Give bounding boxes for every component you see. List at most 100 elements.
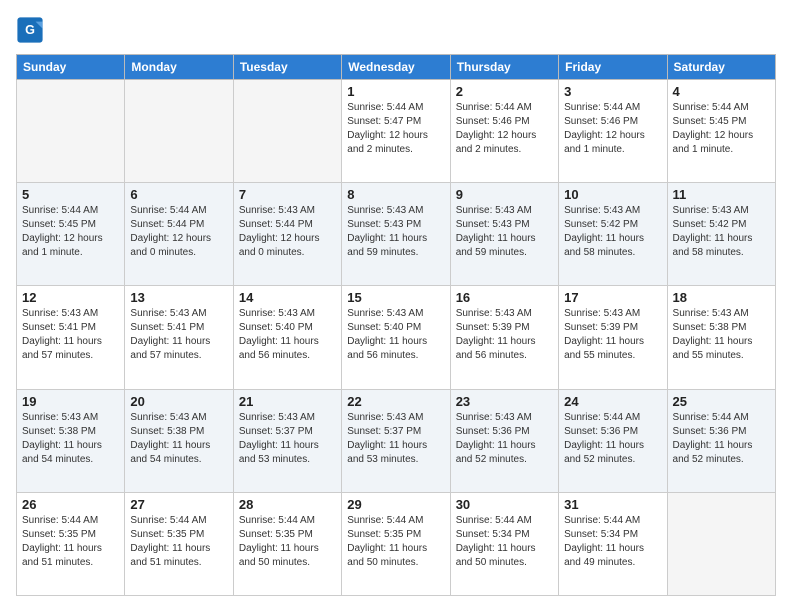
calendar-cell: 11 Sunrise: 5:43 AM Sunset: 5:42 PM Dayli… bbox=[667, 183, 775, 286]
calendar-week-row: 12 Sunrise: 5:43 AM Sunset: 5:41 PM Dayli… bbox=[17, 286, 776, 389]
calendar-cell: 15 Sunrise: 5:43 AM Sunset: 5:40 PM Dayli… bbox=[342, 286, 450, 389]
calendar-cell bbox=[233, 80, 341, 183]
day-info: Sunrise: 5:44 AM Sunset: 5:34 PM Dayligh… bbox=[456, 514, 553, 570]
day-info: Sunrise: 5:43 AM Sunset: 5:43 PM Dayligh… bbox=[347, 204, 444, 260]
day-info: Sunrise: 5:43 AM Sunset: 5:37 PM Dayligh… bbox=[347, 411, 444, 467]
day-number: 12 bbox=[22, 290, 119, 305]
day-info: Sunrise: 5:43 AM Sunset: 5:42 PM Dayligh… bbox=[564, 204, 661, 260]
calendar-cell: 24 Sunrise: 5:44 AM Sunset: 5:36 PM Dayli… bbox=[559, 389, 667, 492]
day-info: Sunrise: 5:44 AM Sunset: 5:34 PM Dayligh… bbox=[564, 514, 661, 570]
day-info: Sunrise: 5:43 AM Sunset: 5:41 PM Dayligh… bbox=[130, 307, 227, 363]
calendar-cell: 25 Sunrise: 5:44 AM Sunset: 5:36 PM Dayli… bbox=[667, 389, 775, 492]
weekday-header-row: SundayMondayTuesdayWednesdayThursdayFrid… bbox=[17, 55, 776, 80]
day-info: Sunrise: 5:43 AM Sunset: 5:44 PM Dayligh… bbox=[239, 204, 336, 260]
calendar-cell: 6 Sunrise: 5:44 AM Sunset: 5:44 PM Daylig… bbox=[125, 183, 233, 286]
day-number: 21 bbox=[239, 394, 336, 409]
calendar-cell: 18 Sunrise: 5:43 AM Sunset: 5:38 PM Dayli… bbox=[667, 286, 775, 389]
calendar-cell: 30 Sunrise: 5:44 AM Sunset: 5:34 PM Dayli… bbox=[450, 492, 558, 595]
calendar-cell: 21 Sunrise: 5:43 AM Sunset: 5:37 PM Dayli… bbox=[233, 389, 341, 492]
day-number: 28 bbox=[239, 497, 336, 512]
day-info: Sunrise: 5:43 AM Sunset: 5:40 PM Dayligh… bbox=[347, 307, 444, 363]
calendar-cell bbox=[17, 80, 125, 183]
day-number: 8 bbox=[347, 187, 444, 202]
day-number: 13 bbox=[130, 290, 227, 305]
day-number: 18 bbox=[673, 290, 770, 305]
day-number: 14 bbox=[239, 290, 336, 305]
calendar-cell: 5 Sunrise: 5:44 AM Sunset: 5:45 PM Daylig… bbox=[17, 183, 125, 286]
day-info: Sunrise: 5:44 AM Sunset: 5:46 PM Dayligh… bbox=[564, 101, 661, 157]
calendar-table: SundayMondayTuesdayWednesdayThursdayFrid… bbox=[16, 54, 776, 596]
day-info: Sunrise: 5:44 AM Sunset: 5:47 PM Dayligh… bbox=[347, 101, 444, 157]
header: G bbox=[16, 16, 776, 44]
day-info: Sunrise: 5:43 AM Sunset: 5:39 PM Dayligh… bbox=[456, 307, 553, 363]
logo: G bbox=[16, 16, 48, 44]
day-info: Sunrise: 5:44 AM Sunset: 5:35 PM Dayligh… bbox=[347, 514, 444, 570]
day-number: 3 bbox=[564, 84, 661, 99]
calendar-cell: 12 Sunrise: 5:43 AM Sunset: 5:41 PM Dayli… bbox=[17, 286, 125, 389]
day-number: 24 bbox=[564, 394, 661, 409]
day-number: 5 bbox=[22, 187, 119, 202]
day-info: Sunrise: 5:43 AM Sunset: 5:40 PM Dayligh… bbox=[239, 307, 336, 363]
day-number: 25 bbox=[673, 394, 770, 409]
day-number: 16 bbox=[456, 290, 553, 305]
calendar-page: G SundayMondayTuesdayWednesdayThursdayFr… bbox=[0, 0, 792, 612]
calendar-cell: 16 Sunrise: 5:43 AM Sunset: 5:39 PM Dayli… bbox=[450, 286, 558, 389]
day-info: Sunrise: 5:43 AM Sunset: 5:42 PM Dayligh… bbox=[673, 204, 770, 260]
calendar-cell: 13 Sunrise: 5:43 AM Sunset: 5:41 PM Dayli… bbox=[125, 286, 233, 389]
day-number: 1 bbox=[347, 84, 444, 99]
day-info: Sunrise: 5:43 AM Sunset: 5:41 PM Dayligh… bbox=[22, 307, 119, 363]
svg-text:G: G bbox=[25, 23, 35, 37]
weekday-header: Sunday bbox=[17, 55, 125, 80]
day-info: Sunrise: 5:43 AM Sunset: 5:39 PM Dayligh… bbox=[564, 307, 661, 363]
calendar-week-row: 26 Sunrise: 5:44 AM Sunset: 5:35 PM Dayli… bbox=[17, 492, 776, 595]
calendar-cell: 14 Sunrise: 5:43 AM Sunset: 5:40 PM Dayli… bbox=[233, 286, 341, 389]
calendar-cell: 3 Sunrise: 5:44 AM Sunset: 5:46 PM Daylig… bbox=[559, 80, 667, 183]
calendar-cell: 7Sunrise: 5:43 AM Sunset: 5:44 PM Daylig… bbox=[233, 183, 341, 286]
day-info: Sunrise: 5:43 AM Sunset: 5:38 PM Dayligh… bbox=[673, 307, 770, 363]
calendar-cell: 22Sunrise: 5:43 AM Sunset: 5:37 PM Dayli… bbox=[342, 389, 450, 492]
day-number: 26 bbox=[22, 497, 119, 512]
day-number: 6 bbox=[130, 187, 227, 202]
day-info: Sunrise: 5:44 AM Sunset: 5:44 PM Dayligh… bbox=[130, 204, 227, 260]
calendar-week-row: 19Sunrise: 5:43 AM Sunset: 5:38 PM Dayli… bbox=[17, 389, 776, 492]
calendar-week-row: 1 Sunrise: 5:44 AM Sunset: 5:47 PM Daylig… bbox=[17, 80, 776, 183]
day-number: 23 bbox=[456, 394, 553, 409]
calendar-cell bbox=[125, 80, 233, 183]
calendar-week-row: 5 Sunrise: 5:44 AM Sunset: 5:45 PM Daylig… bbox=[17, 183, 776, 286]
day-info: Sunrise: 5:44 AM Sunset: 5:45 PM Dayligh… bbox=[673, 101, 770, 157]
weekday-header: Saturday bbox=[667, 55, 775, 80]
calendar-cell: 26 Sunrise: 5:44 AM Sunset: 5:35 PM Dayli… bbox=[17, 492, 125, 595]
weekday-header: Thursday bbox=[450, 55, 558, 80]
day-info: Sunrise: 5:44 AM Sunset: 5:36 PM Dayligh… bbox=[564, 411, 661, 467]
calendar-cell: 20 Sunrise: 5:43 AM Sunset: 5:38 PM Dayli… bbox=[125, 389, 233, 492]
day-info: Sunrise: 5:43 AM Sunset: 5:36 PM Dayligh… bbox=[456, 411, 553, 467]
calendar-cell: 17 Sunrise: 5:43 AM Sunset: 5:39 PM Dayli… bbox=[559, 286, 667, 389]
weekday-header: Tuesday bbox=[233, 55, 341, 80]
day-number: 11 bbox=[673, 187, 770, 202]
day-info: Sunrise: 5:43 AM Sunset: 5:37 PM Dayligh… bbox=[239, 411, 336, 467]
weekday-header: Monday bbox=[125, 55, 233, 80]
day-number: 27 bbox=[130, 497, 227, 512]
calendar-cell: 19Sunrise: 5:43 AM Sunset: 5:38 PM Dayli… bbox=[17, 389, 125, 492]
day-number: 20 bbox=[130, 394, 227, 409]
calendar-cell: 27 Sunrise: 5:44 AM Sunset: 5:35 PM Dayli… bbox=[125, 492, 233, 595]
calendar-cell: 10Sunrise: 5:43 AM Sunset: 5:42 PM Dayli… bbox=[559, 183, 667, 286]
calendar-cell bbox=[667, 492, 775, 595]
day-info: Sunrise: 5:44 AM Sunset: 5:36 PM Dayligh… bbox=[673, 411, 770, 467]
calendar-cell: 4Sunrise: 5:44 AM Sunset: 5:45 PM Daylig… bbox=[667, 80, 775, 183]
calendar-cell: 2Sunrise: 5:44 AM Sunset: 5:46 PM Daylig… bbox=[450, 80, 558, 183]
day-info: Sunrise: 5:44 AM Sunset: 5:35 PM Dayligh… bbox=[239, 514, 336, 570]
weekday-header: Friday bbox=[559, 55, 667, 80]
calendar-cell: 28 Sunrise: 5:44 AM Sunset: 5:35 PM Dayli… bbox=[233, 492, 341, 595]
day-number: 15 bbox=[347, 290, 444, 305]
day-number: 29 bbox=[347, 497, 444, 512]
weekday-header: Wednesday bbox=[342, 55, 450, 80]
day-number: 31 bbox=[564, 497, 661, 512]
day-number: 17 bbox=[564, 290, 661, 305]
calendar-cell: 31 Sunrise: 5:44 AM Sunset: 5:34 PM Dayli… bbox=[559, 492, 667, 595]
day-info: Sunrise: 5:44 AM Sunset: 5:35 PM Dayligh… bbox=[22, 514, 119, 570]
day-number: 30 bbox=[456, 497, 553, 512]
day-info: Sunrise: 5:43 AM Sunset: 5:38 PM Dayligh… bbox=[130, 411, 227, 467]
day-info: Sunrise: 5:44 AM Sunset: 5:45 PM Dayligh… bbox=[22, 204, 119, 260]
day-info: Sunrise: 5:44 AM Sunset: 5:35 PM Dayligh… bbox=[130, 514, 227, 570]
